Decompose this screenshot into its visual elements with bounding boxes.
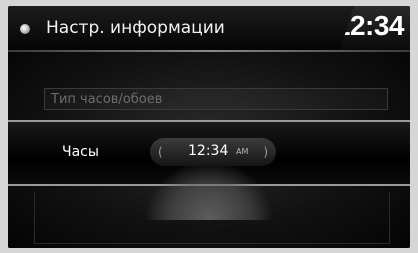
list-item-label: Тип часов/обоев	[51, 92, 163, 107]
spinner-ampm: AM	[236, 147, 249, 156]
selected-row-label: Часы	[62, 144, 99, 160]
clock-display: 12:34	[334, 10, 405, 41]
list-item-wallpaper[interactable]: Тип часов/обоев	[44, 88, 388, 110]
disc-icon	[20, 24, 30, 34]
selected-row-clock[interactable]: Часы ( 12:34 AM )	[8, 120, 410, 220]
screen: Настр. информации 12:34 Тип часов/обоев …	[8, 6, 410, 248]
clock-tab: 12:34	[340, 6, 410, 50]
spinner-left-icon[interactable]: (	[158, 145, 163, 159]
spinner-time-value: 12:34	[188, 143, 229, 159]
page-title: Настр. информации	[46, 18, 225, 38]
header-bar: Настр. информации 12:34	[8, 6, 410, 50]
settings-list: Тип часов/обоев Часы ( 12:34 AM )	[8, 52, 410, 248]
time-spinner[interactable]: ( 12:34 AM )	[150, 138, 276, 166]
list-bottom-frame	[34, 192, 390, 244]
device-frame: Настр. информации 12:34 Тип часов/обоев …	[0, 0, 418, 253]
spinner-right-icon[interactable]: )	[263, 145, 268, 159]
list-item-faded	[44, 60, 388, 82]
